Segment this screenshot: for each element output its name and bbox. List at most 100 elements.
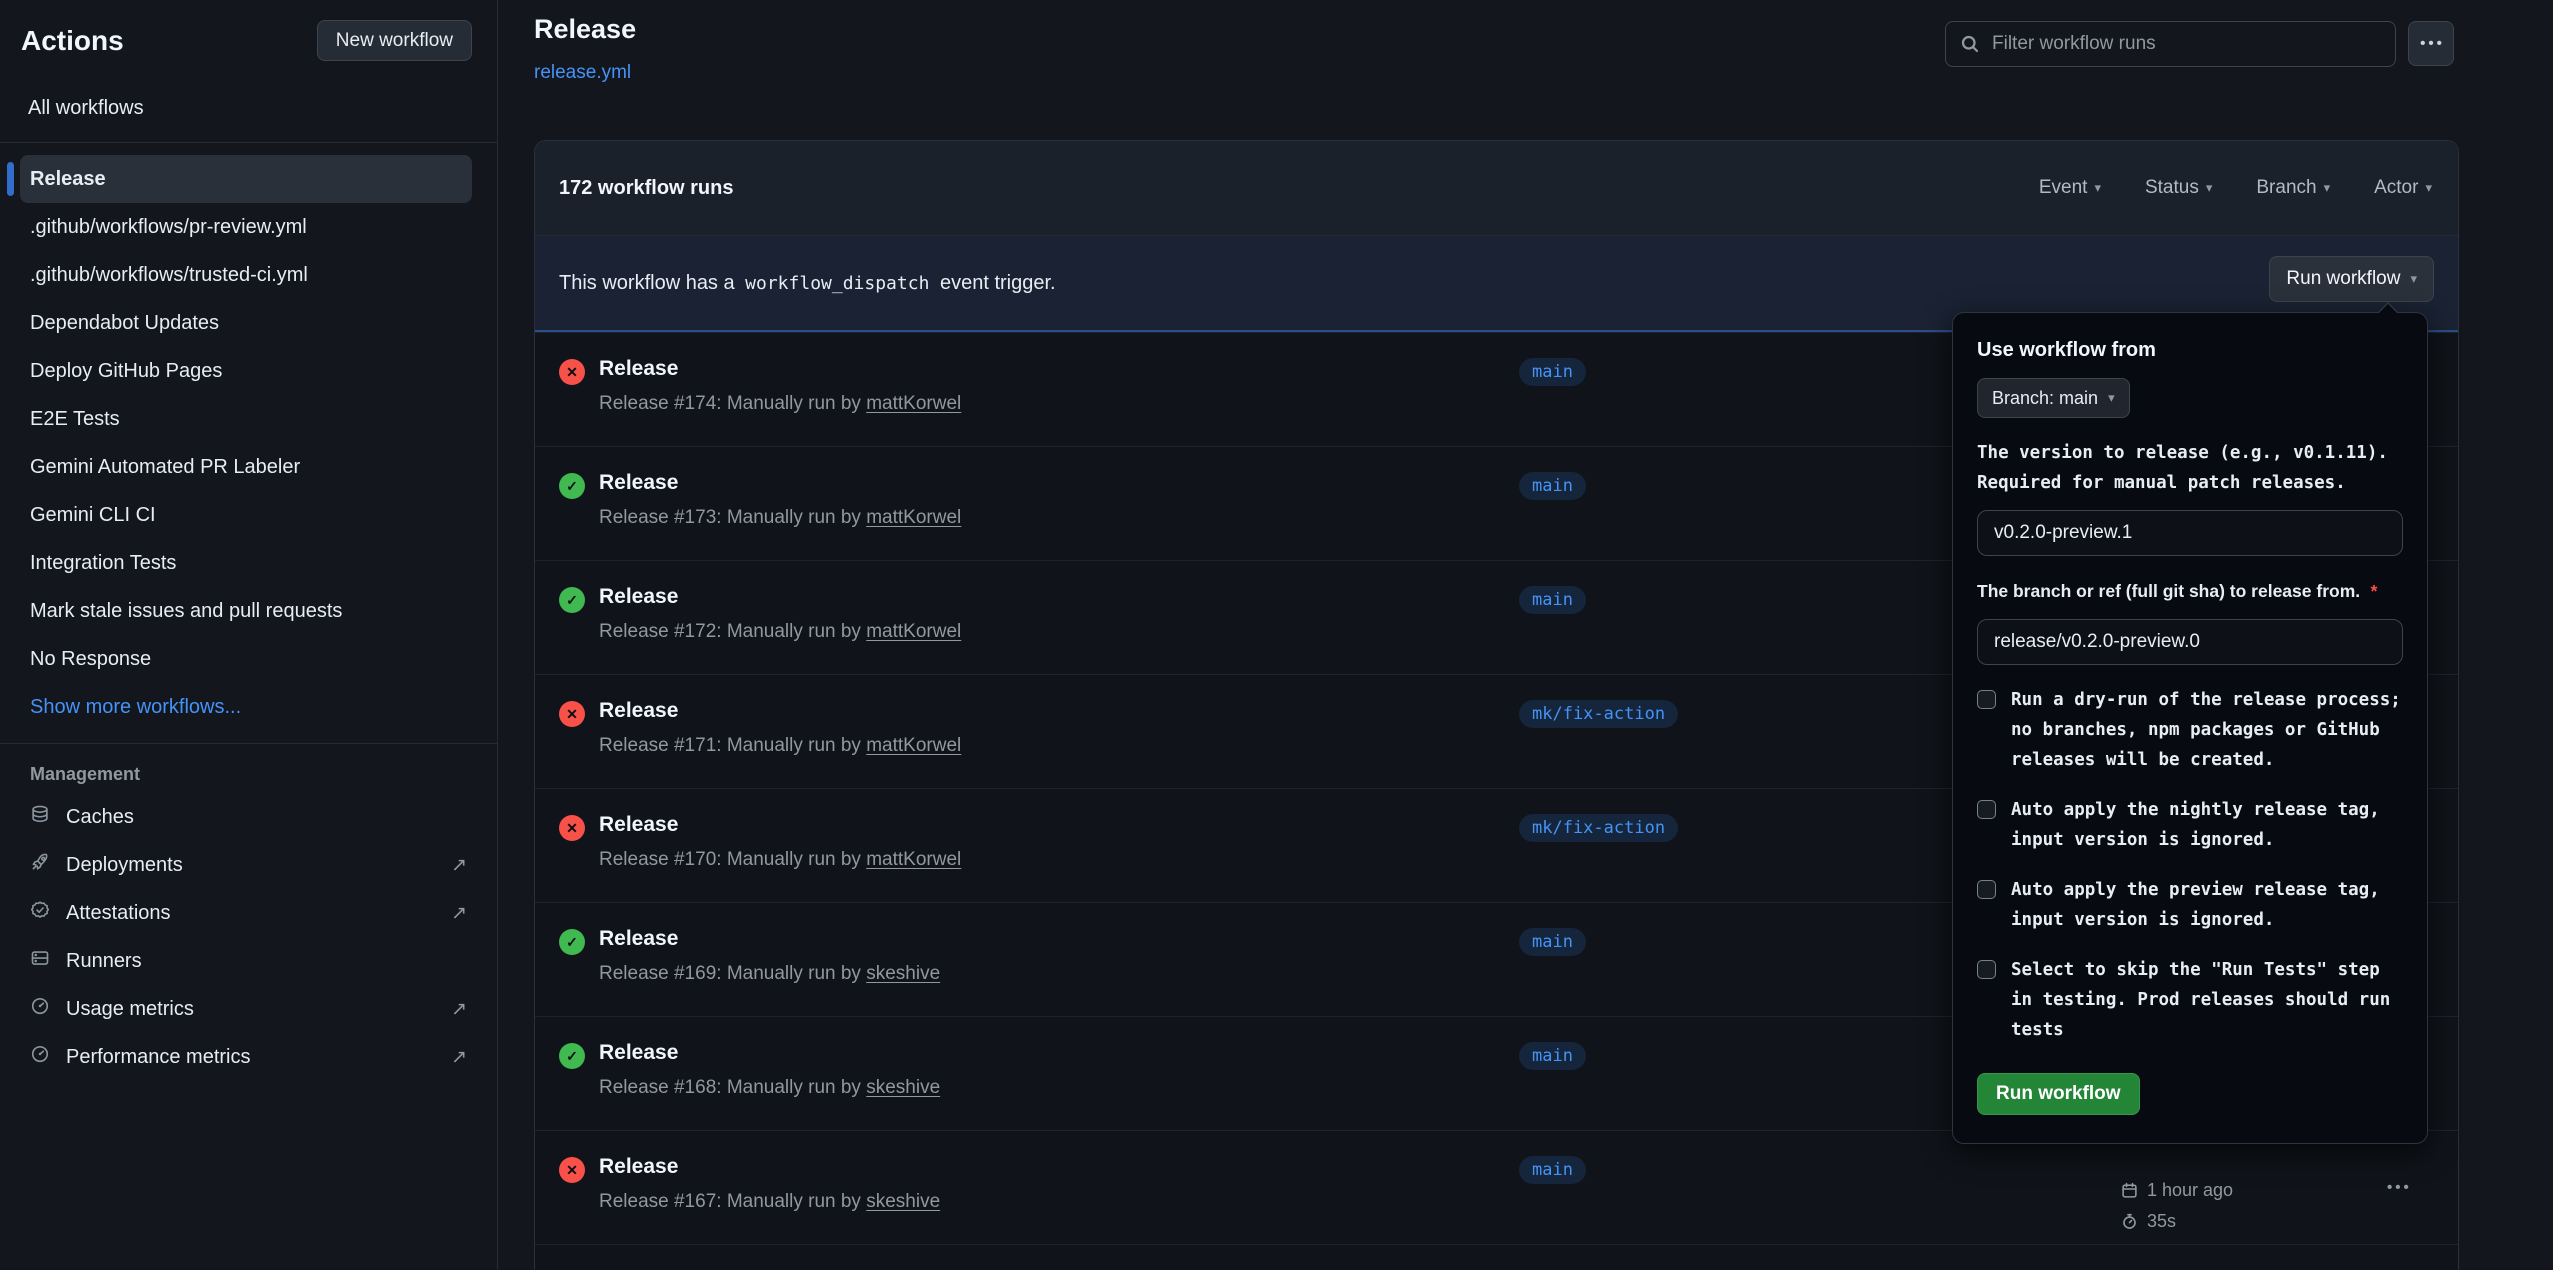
sidebar-item-workflow[interactable]: Release bbox=[20, 155, 472, 203]
branch-select-button[interactable]: Branch: main ▾ bbox=[1977, 378, 2130, 418]
sidebar-item-workflow[interactable]: Dependabot Updates bbox=[20, 299, 472, 347]
workflow-file-link[interactable]: release.yml bbox=[534, 62, 631, 84]
filter-dropdown[interactable]: Event ▾ bbox=[2039, 177, 2101, 199]
run-title-link[interactable]: Release bbox=[599, 813, 961, 837]
actor-link[interactable]: skeshive bbox=[866, 1077, 940, 1098]
sidebar-item-label: Runners bbox=[66, 950, 142, 973]
search-input[interactable] bbox=[1945, 21, 2396, 67]
run-main: Release Release #170: Manually run by ma… bbox=[599, 813, 961, 871]
checkbox[interactable] bbox=[1977, 690, 1996, 709]
branch-badge[interactable]: main bbox=[1519, 358, 1586, 386]
run-meta: 1 hour ago 35s bbox=[2121, 1177, 2233, 1239]
branch-badge[interactable]: main bbox=[1519, 1042, 1586, 1070]
sidebar-item-workflow[interactable]: .github/workflows/pr-review.yml bbox=[20, 203, 472, 251]
status-icon bbox=[559, 359, 585, 385]
run-title-link[interactable]: Release bbox=[599, 927, 940, 951]
run-workflow-dropdown-button[interactable]: Run workflow ▾ bbox=[2269, 256, 2434, 302]
actor-link[interactable]: mattKorwel bbox=[866, 393, 961, 414]
branch-badge[interactable]: main bbox=[1519, 1156, 1586, 1184]
run-title-link[interactable]: Release bbox=[599, 1041, 940, 1065]
filter-dropdown[interactable]: Branch ▾ bbox=[2256, 177, 2330, 199]
actor-link[interactable]: mattKorwel bbox=[866, 735, 961, 756]
sidebar-item-label: Mark stale issues and pull requests bbox=[30, 600, 342, 623]
checkbox[interactable] bbox=[1977, 880, 1996, 899]
run-title-link[interactable]: Release bbox=[599, 699, 961, 723]
run-description-text: Release #172: Manually run by bbox=[599, 621, 866, 642]
filter-label: Event bbox=[2039, 177, 2088, 199]
checkbox-label: Run a dry-run of the release process; no… bbox=[2011, 685, 2403, 775]
branch-badge[interactable]: mk/fix-action bbox=[1519, 700, 1678, 728]
all-workflows-link[interactable]: All workflows bbox=[0, 87, 497, 130]
sidebar-item-workflow[interactable]: E2E Tests bbox=[20, 395, 472, 443]
chevron-down-icon: ▾ bbox=[2410, 271, 2417, 287]
run-description-text: Release #171: Manually run by bbox=[599, 735, 866, 756]
sidebar-item-attestations[interactable]: Attestations ↗ bbox=[0, 889, 497, 937]
branch-select-label: Branch: main bbox=[1992, 388, 2098, 409]
new-workflow-button[interactable]: New workflow bbox=[317, 20, 472, 61]
status-icon bbox=[559, 587, 585, 613]
run-workflow-submit-button[interactable]: Run workflow bbox=[1977, 1073, 2140, 1115]
run-description: Release #170: Manually run by mattKorwel bbox=[599, 849, 961, 871]
sidebar-item-workflow[interactable]: Gemini CLI CI bbox=[20, 491, 472, 539]
run-title-link[interactable]: Release bbox=[599, 357, 961, 381]
branch-badge[interactable]: main bbox=[1519, 928, 1586, 956]
sidebar-item-label: Attestations bbox=[66, 902, 171, 925]
sidebar-item-deployments[interactable]: Deployments ↗ bbox=[0, 841, 497, 889]
version-input[interactable] bbox=[1977, 510, 2403, 556]
filter-label: Actor bbox=[2374, 177, 2418, 199]
checkbox-label: Auto apply the preview release tag, inpu… bbox=[2011, 875, 2403, 935]
sidebar-item-label: .github/workflows/trusted-ci.yml bbox=[30, 264, 308, 287]
run-main: Release Release #168: Manually run by sk… bbox=[599, 1041, 940, 1099]
workflow-run-row[interactable]: Release Release #167: Manually run by sk… bbox=[535, 1130, 2458, 1244]
sidebar-item-performance-metrics[interactable]: Performance metrics ↗ bbox=[0, 1033, 497, 1081]
sidebar-item-workflow[interactable]: Deploy GitHub Pages bbox=[20, 347, 472, 395]
banner-text-pre: This workflow has a bbox=[559, 272, 740, 294]
actor-link[interactable]: skeshive bbox=[866, 1191, 940, 1212]
ref-input[interactable] bbox=[1977, 619, 2403, 665]
actor-link[interactable]: mattKorwel bbox=[866, 507, 961, 528]
sidebar-item-workflow[interactable]: .github/workflows/trusted-ci.yml bbox=[20, 251, 472, 299]
filter-dropdown[interactable]: Actor ▾ bbox=[2374, 177, 2432, 199]
actor-link[interactable]: mattKorwel bbox=[866, 849, 961, 870]
chevron-down-icon: ▾ bbox=[2206, 180, 2213, 196]
calendar-icon bbox=[2121, 1182, 2138, 1199]
branch-badge[interactable]: main bbox=[1519, 472, 1586, 500]
branch-badge[interactable]: main bbox=[1519, 586, 1586, 614]
kebab-menu-button[interactable]: ••• bbox=[2408, 21, 2454, 66]
run-main: Release Release #173: Manually run by ma… bbox=[599, 471, 961, 529]
branch-badge[interactable]: mk/fix-action bbox=[1519, 814, 1678, 842]
sidebar-item-label: Deploy GitHub Pages bbox=[30, 360, 222, 383]
filter-search bbox=[1945, 21, 2396, 67]
sidebar-item-label: .github/workflows/pr-review.yml bbox=[30, 216, 307, 239]
sidebar-item-usage-metrics[interactable]: Usage metrics ↗ bbox=[0, 985, 497, 1033]
show-more-workflows-link[interactable]: Show more workflows... bbox=[20, 683, 472, 731]
sidebar-item-workflow[interactable]: No Response bbox=[20, 635, 472, 683]
checkbox-row: Auto apply the nightly release tag, inpu… bbox=[1977, 795, 2403, 855]
run-description-text: Release #169: Manually run by bbox=[599, 963, 866, 984]
external-link-icon: ↗ bbox=[451, 902, 467, 925]
kebab-menu-button[interactable]: ••• bbox=[2387, 1179, 2412, 1196]
external-link-icon: ↗ bbox=[451, 854, 467, 877]
rocket-icon bbox=[30, 852, 50, 878]
run-title-link[interactable]: Release bbox=[599, 585, 961, 609]
search-icon bbox=[1960, 34, 1980, 54]
run-title-link[interactable]: Release bbox=[599, 471, 961, 495]
sidebar-item-workflow[interactable]: Gemini Automated PR Labeler bbox=[20, 443, 472, 491]
sidebar-item-runners[interactable]: Runners bbox=[0, 937, 497, 985]
chevron-down-icon: ▾ bbox=[2094, 180, 2101, 196]
sidebar-item-caches[interactable]: Caches bbox=[0, 793, 497, 841]
checkbox[interactable] bbox=[1977, 960, 1996, 979]
checkbox[interactable] bbox=[1977, 800, 1996, 819]
run-workflow-button-label: Run workflow bbox=[2286, 268, 2400, 290]
sidebar-title: Actions bbox=[21, 25, 124, 57]
run-title-link[interactable]: Release bbox=[599, 1155, 940, 1179]
actor-link[interactable]: mattKorwel bbox=[866, 621, 961, 642]
sidebar-item-workflow[interactable]: Integration Tests bbox=[20, 539, 472, 587]
filter-dropdown[interactable]: Status ▾ bbox=[2145, 177, 2212, 199]
actor-link[interactable]: skeshive bbox=[866, 963, 940, 984]
sidebar-item-workflow[interactable]: Mark stale issues and pull requests bbox=[20, 587, 472, 635]
banner-code: workflow_dispatch bbox=[745, 273, 929, 294]
actions-page: Actions New workflow All workflows Relea… bbox=[0, 0, 2553, 1270]
sidebar-item-label: Release bbox=[30, 168, 106, 191]
run-description: Release #169: Manually run by skeshive bbox=[599, 963, 940, 985]
